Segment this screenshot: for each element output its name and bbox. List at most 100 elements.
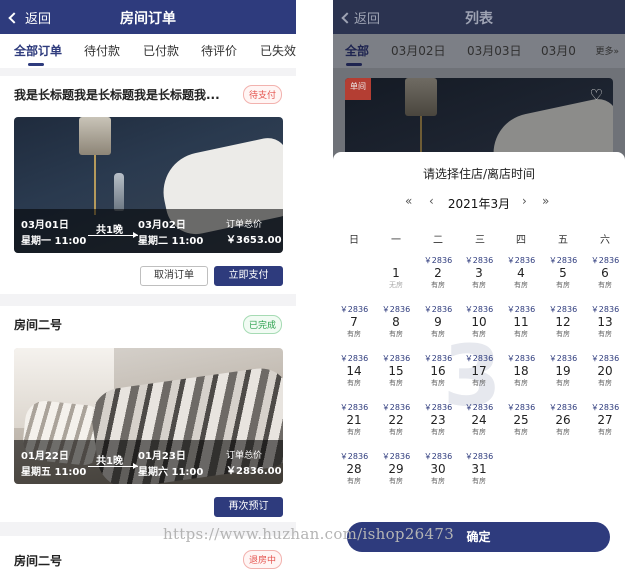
- calendar-day[interactable]: ￥2836 12 有房: [545, 305, 581, 339]
- day-availability: 有房: [556, 330, 570, 338]
- calendar-day[interactable]: ￥2836 26 有房: [545, 403, 581, 437]
- calendar-day[interactable]: ￥2836 19 有房: [545, 354, 581, 388]
- order-card[interactable]: 我是长标题我是长标题我是长标题我... 待支付 03月01日 星期一 11:00…: [0, 76, 296, 294]
- day-price: ￥2836: [590, 305, 620, 314]
- checkin-date: 03月01日: [21, 220, 69, 231]
- day-number: 10: [471, 315, 487, 329]
- status-badge: 待支付: [242, 85, 282, 104]
- day-availability: 有房: [598, 428, 612, 436]
- nav-bar: 返回 列表: [333, 0, 625, 34]
- calendar-day[interactable]: ￥2836 3 有房: [461, 256, 497, 290]
- calendar-day[interactable]: ￥2836 18 有房: [503, 354, 539, 388]
- day-availability: 无房: [389, 281, 403, 289]
- day-price: [378, 256, 414, 266]
- day-number: 20: [597, 364, 613, 378]
- calendar-day[interactable]: ￥2836 30 有房: [420, 452, 456, 486]
- tab-all[interactable]: 全部: [345, 42, 369, 59]
- day-availability: 有房: [472, 330, 486, 338]
- day-price: ￥2836: [548, 256, 578, 265]
- day-number: 14: [346, 364, 362, 378]
- calendar-day[interactable]: 1 无房: [378, 256, 414, 290]
- calendar-day[interactable]: ￥2836 11 有房: [503, 305, 539, 339]
- calendar-day[interactable]: ￥2836 21 有房: [336, 403, 372, 437]
- calendar-day[interactable]: ￥2836 28 有房: [336, 452, 372, 486]
- calendar-day[interactable]: ￥2836 2 有房: [420, 256, 456, 290]
- calendar-day[interactable]: ￥2836 20 有房: [587, 354, 623, 388]
- day-price: ￥2836: [506, 403, 536, 412]
- rebook-button[interactable]: 再次预订: [214, 497, 283, 517]
- active-tab-indicator: [28, 63, 44, 66]
- calendar-day[interactable]: ￥2836 22 有房: [378, 403, 414, 437]
- day-price: ￥2836: [423, 305, 453, 314]
- day-number: 29: [388, 462, 404, 476]
- tab-pending-payment[interactable]: 待付款: [84, 42, 120, 59]
- day-price: ￥2836: [590, 403, 620, 412]
- day-number: 22: [388, 413, 404, 427]
- day-availability: 有房: [472, 428, 486, 436]
- calendar-day[interactable]: ￥2836 27 有房: [587, 403, 623, 437]
- next-year-icon[interactable]: »: [542, 194, 549, 208]
- heart-icon[interactable]: ♡: [590, 86, 603, 104]
- day-price: ￥2836: [339, 403, 369, 412]
- tab-date[interactable]: 03月03日: [467, 42, 522, 59]
- tab-to-review[interactable]: 待评价: [201, 42, 237, 59]
- day-availability: 有房: [389, 428, 403, 436]
- tab-all-orders[interactable]: 全部订单: [14, 42, 62, 59]
- day-availability: 有房: [514, 428, 528, 436]
- calendar-day[interactable]: ￥2836 15 有房: [378, 354, 414, 388]
- day-availability: 有房: [347, 477, 361, 485]
- calendar-day[interactable]: ￥2836 4 有房: [503, 256, 539, 290]
- calendar-day[interactable]: ￥2836 31 有房: [461, 452, 497, 486]
- calendar-day[interactable]: ￥2836 24 有房: [461, 403, 497, 437]
- day-price: ￥2836: [381, 403, 411, 412]
- day-number: 31: [471, 462, 487, 476]
- calendar-day[interactable]: ￥2836 29 有房: [378, 452, 414, 486]
- tab-date[interactable]: 03月02日: [391, 42, 446, 59]
- day-availability: 有房: [389, 379, 403, 387]
- day-availability: 有房: [347, 428, 361, 436]
- room-photo: 01月22日 星期五 11:00 共1晚 01月23日 星期六 11:00 订单…: [14, 348, 283, 484]
- stay-info-overlay: 03月01日 星期一 11:00 共1晚 03月02日 星期二 11:00 订单…: [14, 209, 283, 253]
- calendar-day[interactable]: ￥2836 10 有房: [461, 305, 497, 339]
- checkout-time: 星期六 11:00: [138, 467, 204, 478]
- calendar-day[interactable]: ￥2836 5 有房: [545, 256, 581, 290]
- day-price: ￥2836: [381, 452, 411, 461]
- tab-date[interactable]: 03月0: [541, 42, 576, 59]
- weekday-label: 六: [600, 235, 610, 246]
- order-card[interactable]: 房间二号 已完成 01月22日 星期五 11:00 共1晚 01月23日 星期六…: [0, 306, 296, 522]
- month-label: 2021年3月: [447, 197, 511, 211]
- calendar-day[interactable]: ￥2836 23 有房: [420, 403, 456, 437]
- day-price: ￥2836: [548, 305, 578, 314]
- day-price: ￥2836: [464, 452, 494, 461]
- page-title: 列表: [465, 11, 493, 27]
- day-availability: 有房: [514, 330, 528, 338]
- checkin-time: 星期五 11:00: [21, 467, 87, 478]
- more-tabs-button[interactable]: 更多»: [595, 44, 619, 57]
- day-price: ￥2836: [548, 403, 578, 412]
- weekday-label: 日: [349, 235, 359, 246]
- calendar-day[interactable]: ￥2836 7 有房: [336, 305, 372, 339]
- next-month-icon[interactable]: ›: [522, 194, 527, 208]
- calendar-day[interactable]: ￥2836 14 有房: [336, 354, 372, 388]
- calendar-day[interactable]: ￥2836 6 有房: [587, 256, 623, 290]
- weekday-label: 二: [433, 235, 443, 246]
- calendar-day[interactable]: ￥2836 16 有房: [420, 354, 456, 388]
- day-price: ￥2836: [464, 256, 494, 265]
- day-availability: 有房: [472, 379, 486, 387]
- arrow-right-icon: [88, 232, 138, 238]
- cancel-order-button[interactable]: 取消订单: [140, 266, 208, 286]
- calendar-day[interactable]: ￥2836 13 有房: [587, 305, 623, 339]
- day-price: ￥2836: [423, 452, 453, 461]
- calendar-day[interactable]: ￥2836 8 有房: [378, 305, 414, 339]
- calendar-day[interactable]: ￥2836 25 有房: [503, 403, 539, 437]
- calendar-day[interactable]: ￥2836 9 有房: [420, 305, 456, 339]
- screenshot-stage: 返回 房间订单 全部订单 待付款 已付款 待评价 已失效 我是长标题我是长标题我…: [0, 0, 625, 580]
- pay-now-button[interactable]: 立即支付: [214, 266, 283, 286]
- day-availability: 有房: [514, 281, 528, 289]
- calendar-day[interactable]: ￥2836 17 有房: [461, 354, 497, 388]
- tab-paid[interactable]: 已付款: [143, 42, 179, 59]
- tab-expired[interactable]: 已失效: [260, 42, 296, 59]
- weekday-label: 三: [475, 235, 485, 246]
- day-price: ￥2836: [506, 256, 536, 265]
- day-price: ￥2836: [339, 452, 369, 461]
